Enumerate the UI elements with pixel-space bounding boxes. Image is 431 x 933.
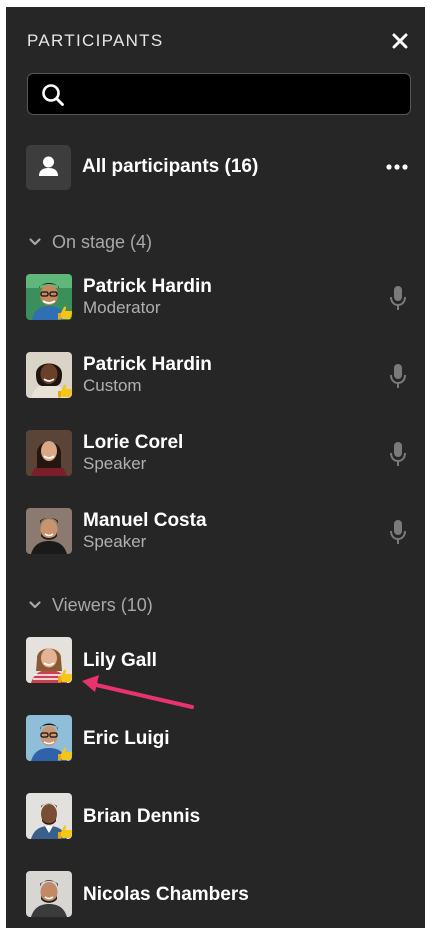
participant-name: Eric Luigi	[83, 728, 170, 749]
participant-name: Manuel Costa	[83, 510, 207, 531]
participant-name: Lily Gall	[83, 650, 157, 671]
panel-title: PARTICIPANTS	[27, 31, 164, 50]
participant-role: Custom	[83, 376, 142, 395]
viewer-participant[interactable]: Eric Luigi	[26, 715, 412, 765]
search-box[interactable]	[27, 73, 411, 116]
participant-role: Moderator	[83, 298, 161, 317]
avatar	[26, 871, 72, 917]
more-horizontal-icon[interactable]	[385, 160, 409, 174]
panel-header: PARTICIPANTS	[27, 30, 411, 52]
annotation-arrow-icon	[82, 675, 194, 709]
raised-hand-icon	[57, 668, 74, 685]
viewers-label: Viewers (10)	[52, 595, 153, 615]
on-stage-label: On stage (4)	[52, 232, 153, 252]
viewer-participant[interactable]: Brian Dennis	[26, 793, 412, 843]
avatar	[26, 793, 74, 841]
all-participants-label: All participants (16)	[82, 156, 259, 177]
search-icon	[41, 83, 65, 107]
participant-name: Patrick Hardin	[83, 354, 212, 375]
on-stage-section-header[interactable]: On stage (4)	[28, 230, 152, 254]
participant-name: Lorie Corel	[83, 432, 184, 453]
viewers-section-header[interactable]: Viewers (10)	[28, 593, 153, 617]
viewer-participant[interactable]: Nicolas Chambers	[26, 871, 412, 921]
avatar	[26, 352, 74, 400]
all-participants-row[interactable]: All participants (16)	[26, 145, 412, 191]
participant-name: Brian Dennis	[83, 806, 201, 827]
participant-name: Patrick Hardin	[83, 276, 212, 297]
stage-participant[interactable]: Manuel Costa Speaker	[26, 508, 412, 558]
microphone-icon[interactable]	[388, 518, 408, 546]
participants-panel: PARTICIPANTS All participants (16) On st…	[6, 7, 425, 928]
microphone-icon[interactable]	[388, 362, 408, 390]
stage-participant[interactable]: Patrick Hardin Custom	[26, 352, 412, 402]
avatar	[26, 715, 74, 763]
chevron-down-icon	[28, 231, 42, 246]
avatar	[26, 274, 74, 322]
raised-hand-icon	[57, 383, 74, 400]
chevron-down-icon	[28, 594, 42, 609]
microphone-icon[interactable]	[388, 284, 408, 312]
stage-participant[interactable]: Patrick Hardin Moderator	[26, 274, 412, 324]
participant-role: Speaker	[83, 532, 147, 551]
raised-hand-icon	[57, 746, 74, 763]
raised-hand-icon	[57, 824, 74, 841]
participant-role: Speaker	[83, 454, 147, 473]
raised-hand-icon	[57, 305, 74, 322]
stage-participant[interactable]: Lorie Corel Speaker	[26, 430, 412, 480]
avatar	[26, 508, 72, 554]
person-icon	[26, 145, 71, 190]
microphone-icon[interactable]	[388, 440, 408, 468]
close-icon[interactable]	[389, 30, 411, 52]
avatar	[26, 637, 74, 685]
participant-name: Nicolas Chambers	[83, 884, 249, 905]
search-input[interactable]	[76, 74, 400, 116]
avatar	[26, 430, 72, 476]
